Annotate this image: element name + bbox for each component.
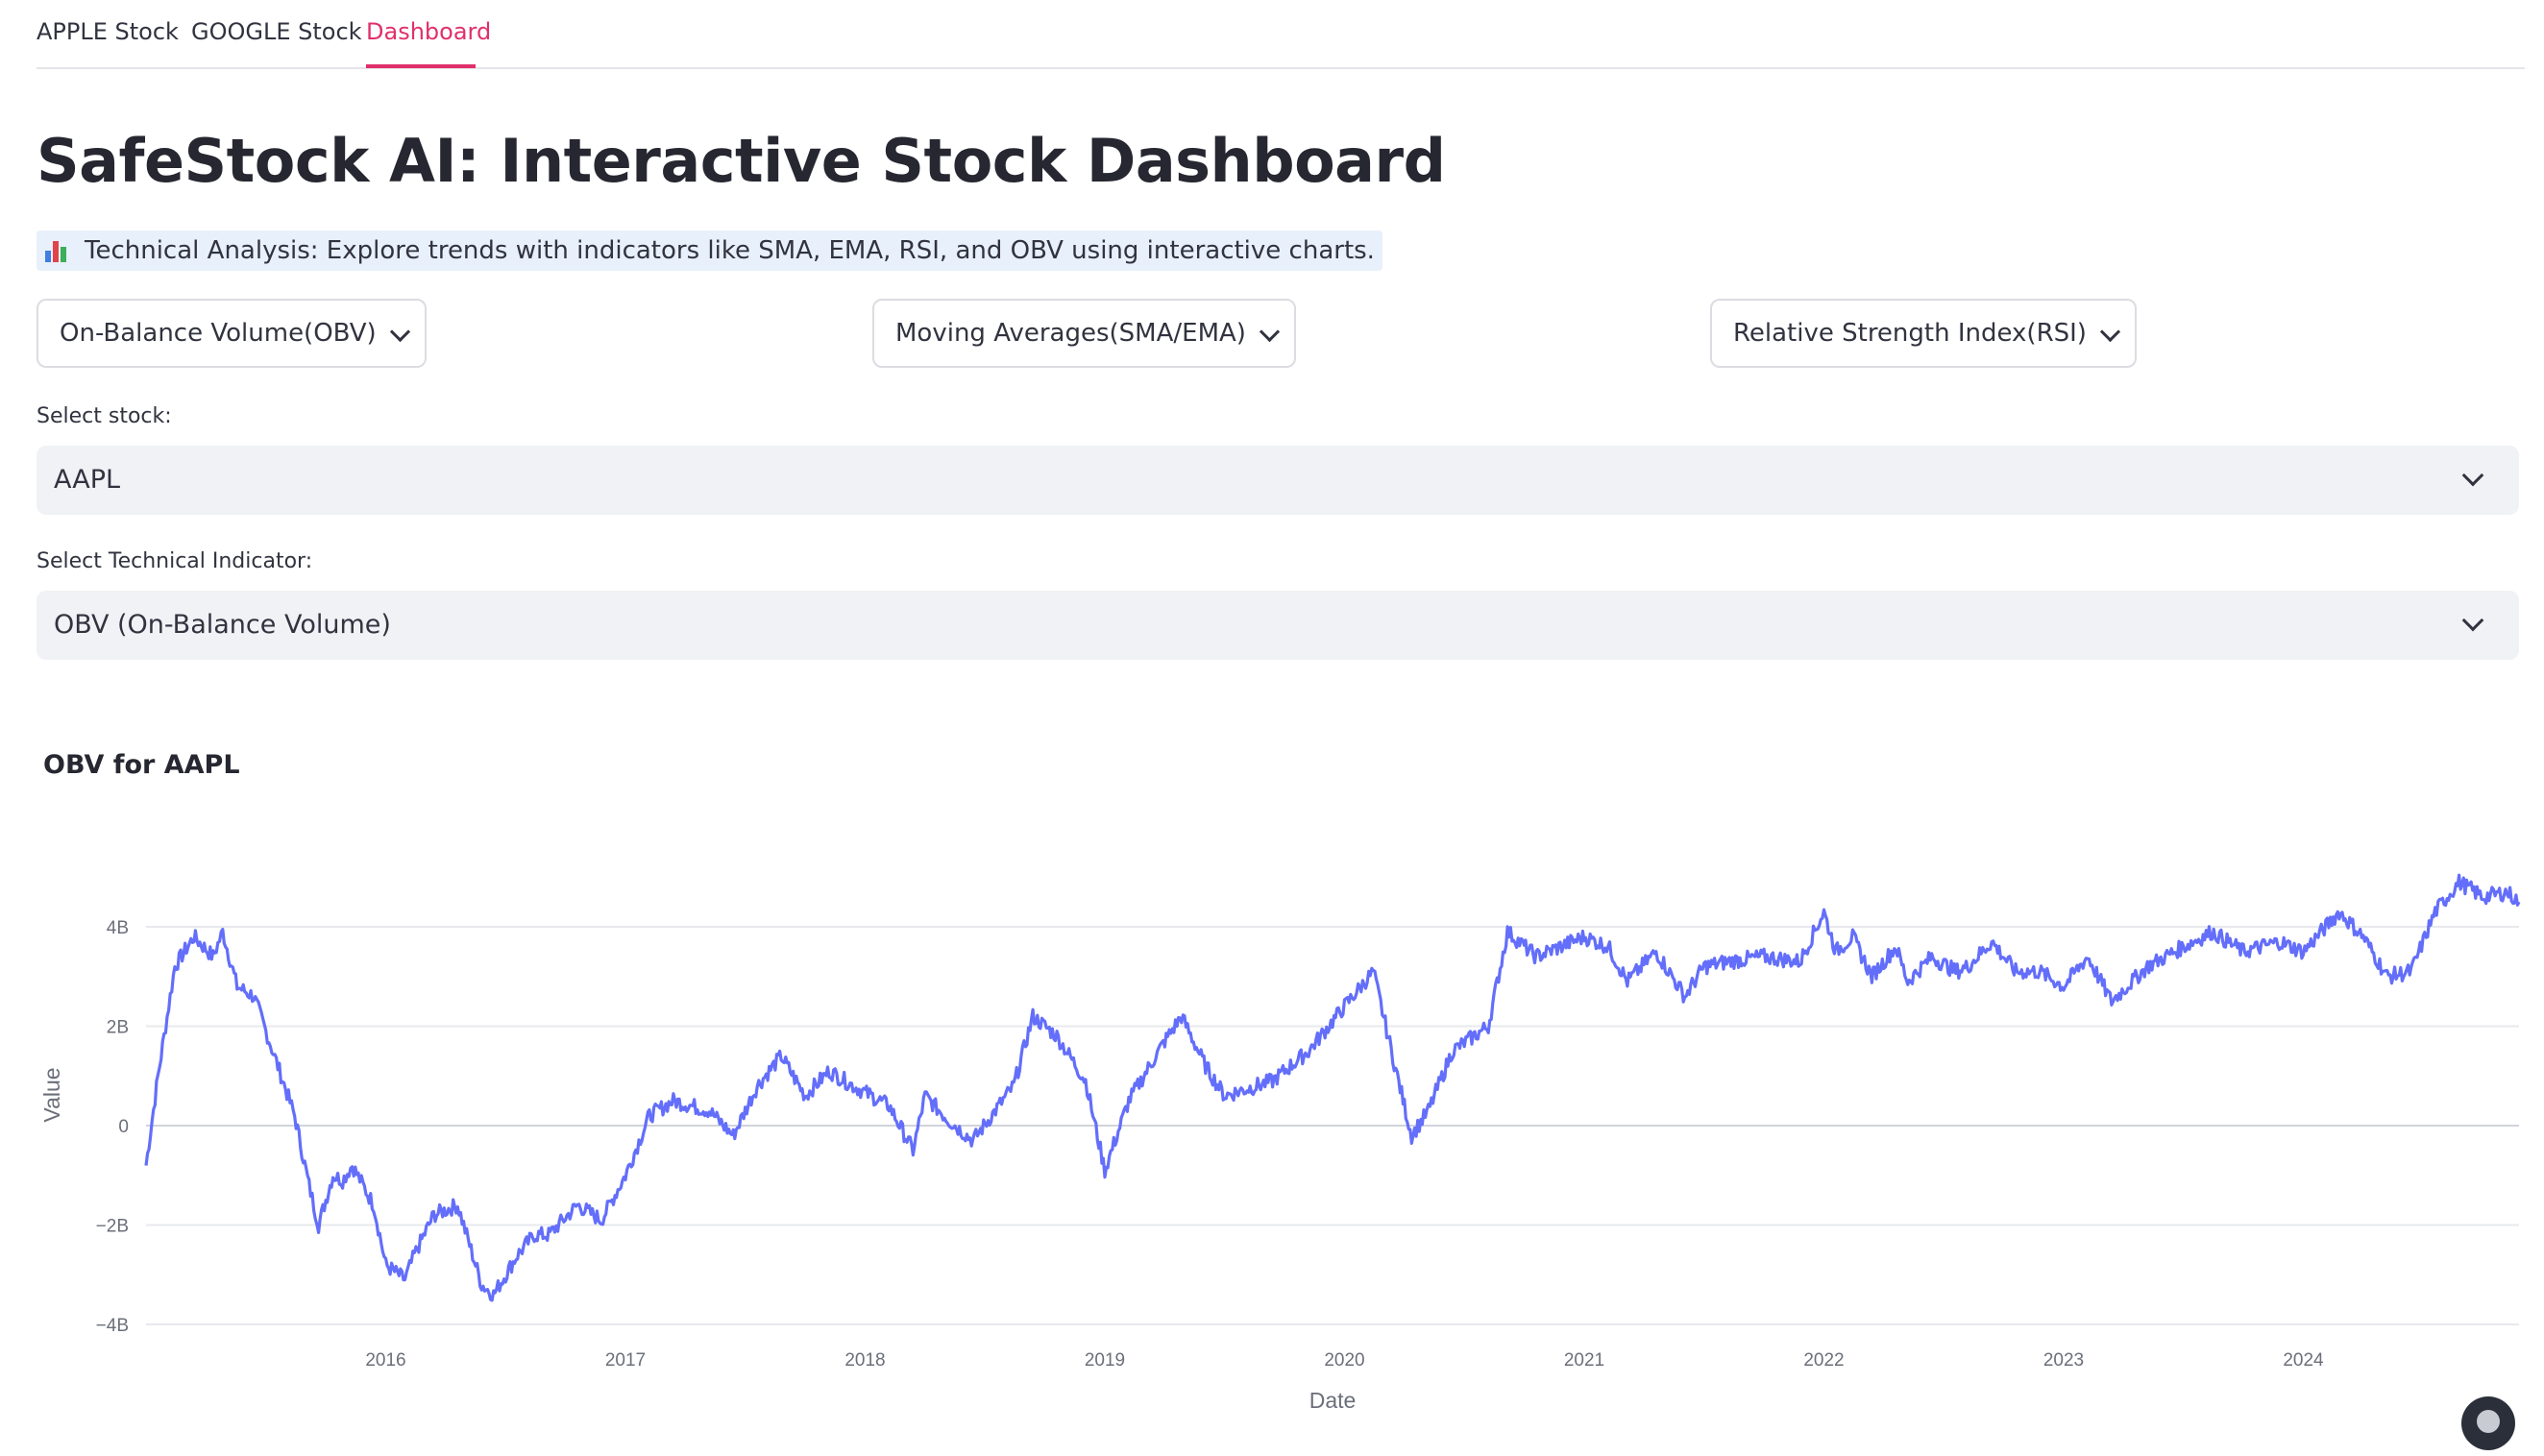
indicator-select[interactable]: OBV (On-Balance Volume) (37, 591, 2519, 660)
x-tick-label: 2018 (844, 1350, 885, 1371)
tab-apple-stock[interactable]: APPLE Stock (37, 17, 179, 46)
obv-line-chart[interactable]: 4B 2B 0 −2B −4B 2016 2017 2018 2019 2020 2021 2022 2… (0, 0, 2544, 1456)
chevron-down-icon (2461, 464, 2484, 487)
chevron-down-icon (2099, 321, 2121, 343)
obv-expander-label: On-Balance Volume(OBV) (60, 319, 377, 348)
info-text: Technical Analysis: Explore trends with … (85, 236, 1375, 265)
indicator-select-label: Select Technical Indicator: (37, 549, 313, 573)
tab-bar: APPLE Stock GOOGLE Stock Dashboard (37, 0, 2525, 69)
chevron-down-icon (389, 321, 410, 343)
info-banner: Technical Analysis: Explore trends with … (37, 231, 1382, 271)
indicator-select-value: OBV (On-Balance Volume) (54, 610, 391, 640)
y-tick-label: −2B (96, 1217, 129, 1237)
obv-expander-button[interactable]: On-Balance Volume(OBV) (37, 299, 427, 368)
stock-select[interactable]: AAPL (37, 446, 2519, 515)
chevron-down-icon (2461, 609, 2484, 632)
moving-averages-expander-button[interactable]: Moving Averages(SMA/EMA) (872, 299, 1296, 368)
x-tick-label: 2019 (1085, 1350, 1125, 1371)
rsi-expander-button[interactable]: Relative Strength Index(RSI) (1710, 299, 2137, 368)
y-axis-label: Value (39, 1067, 64, 1122)
y-tick-label: 0 (118, 1117, 129, 1137)
x-axis-label: Date (1309, 1388, 1357, 1413)
avatar-icon (2477, 1410, 2500, 1433)
y-tick-label: 2B (107, 1018, 129, 1038)
moving-averages-expander-label: Moving Averages(SMA/EMA) (895, 319, 1246, 348)
rsi-expander-label: Relative Strength Index(RSI) (1733, 319, 2087, 348)
chart-title: OBV for AAPL (43, 750, 240, 780)
chevron-down-icon (1259, 321, 1281, 343)
x-tick-label: 2022 (1803, 1350, 1844, 1371)
x-tick-label: 2020 (1324, 1350, 1364, 1371)
y-tick-label: 4B (107, 918, 129, 938)
page-title: SafeStock AI: Interactive Stock Dashboar… (37, 126, 1446, 196)
avatar[interactable] (2461, 1396, 2515, 1450)
stock-select-label: Select stock: (37, 404, 172, 428)
x-tick-label: 2017 (605, 1350, 646, 1371)
x-tick-label: 2016 (365, 1350, 405, 1371)
tab-dashboard[interactable]: Dashboard (366, 17, 491, 46)
active-tab-indicator (366, 64, 476, 68)
y-tick-label: −4B (96, 1316, 129, 1336)
obv-series-line (144, 873, 2521, 1302)
bar-chart-emoji-icon (44, 239, 69, 262)
x-tick-label: 2023 (2043, 1350, 2084, 1371)
x-tick-label: 2024 (2283, 1350, 2324, 1371)
x-tick-label: 2021 (1564, 1350, 1604, 1371)
stock-select-value: AAPL (54, 465, 121, 495)
tab-google-stock[interactable]: GOOGLE Stock (191, 17, 362, 46)
